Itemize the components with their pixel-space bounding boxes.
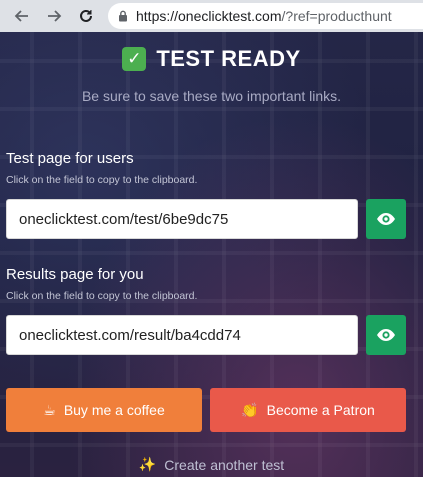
buy-coffee-label: Buy me a coffee [63,402,165,418]
page-content: ✓ TEST READY Be sure to save these two i… [0,32,423,477]
url-host: https://oneclicktest.com [136,8,282,24]
buy-coffee-button[interactable]: ☕ Buy me a coffee [6,388,202,432]
address-bar[interactable]: https://oneclicktest.com/?ref=producthun… [108,3,423,29]
sparkles-icon: ✨ [138,456,157,472]
create-another-test-link[interactable]: ✨ Create another test [0,456,423,473]
results-link-view-button[interactable] [366,315,406,355]
url-query: /?ref=producthunt [281,8,392,24]
users-link-hint: Click on the field to copy to the clipbo… [6,174,198,186]
browser-toolbar: https://oneclicktest.com/?ref=producthun… [0,0,423,32]
page-subtitle: Be sure to save these two important link… [81,88,342,104]
eye-icon [377,213,395,225]
users-link-field[interactable]: oneclicktest.com/test/6be9dc75 [6,199,358,239]
users-link-label: Test page for users [6,150,134,167]
url-text: https://oneclicktest.com/?ref=producthun… [136,8,392,24]
patron-label: Become a Patron [266,402,375,418]
clapping-hands-icon: 👏 [241,401,259,418]
title-row: ✓ TEST READY [0,46,423,72]
results-link-field[interactable]: oneclicktest.com/result/ba4cdd74 [6,315,358,355]
eye-icon [377,329,395,341]
create-another-test-label: Create another test [164,456,285,473]
forward-arrow-icon [48,10,62,22]
lock-icon [118,10,136,22]
coffee-icon: ☕ [43,401,56,418]
check-icon: ✓ [122,47,147,71]
results-link-label: Results page for you [6,266,144,283]
back-button[interactable] [10,4,34,28]
results-link-hint: Click on the field to copy to the clipbo… [6,290,198,302]
patron-button[interactable]: 👏 Become a Patron [210,388,406,432]
page-title: TEST READY [156,46,301,71]
forward-button[interactable] [42,4,66,28]
reload-icon [80,9,92,22]
users-link-view-button[interactable] [366,199,406,239]
back-arrow-icon [14,10,28,22]
reload-button[interactable] [74,4,98,28]
